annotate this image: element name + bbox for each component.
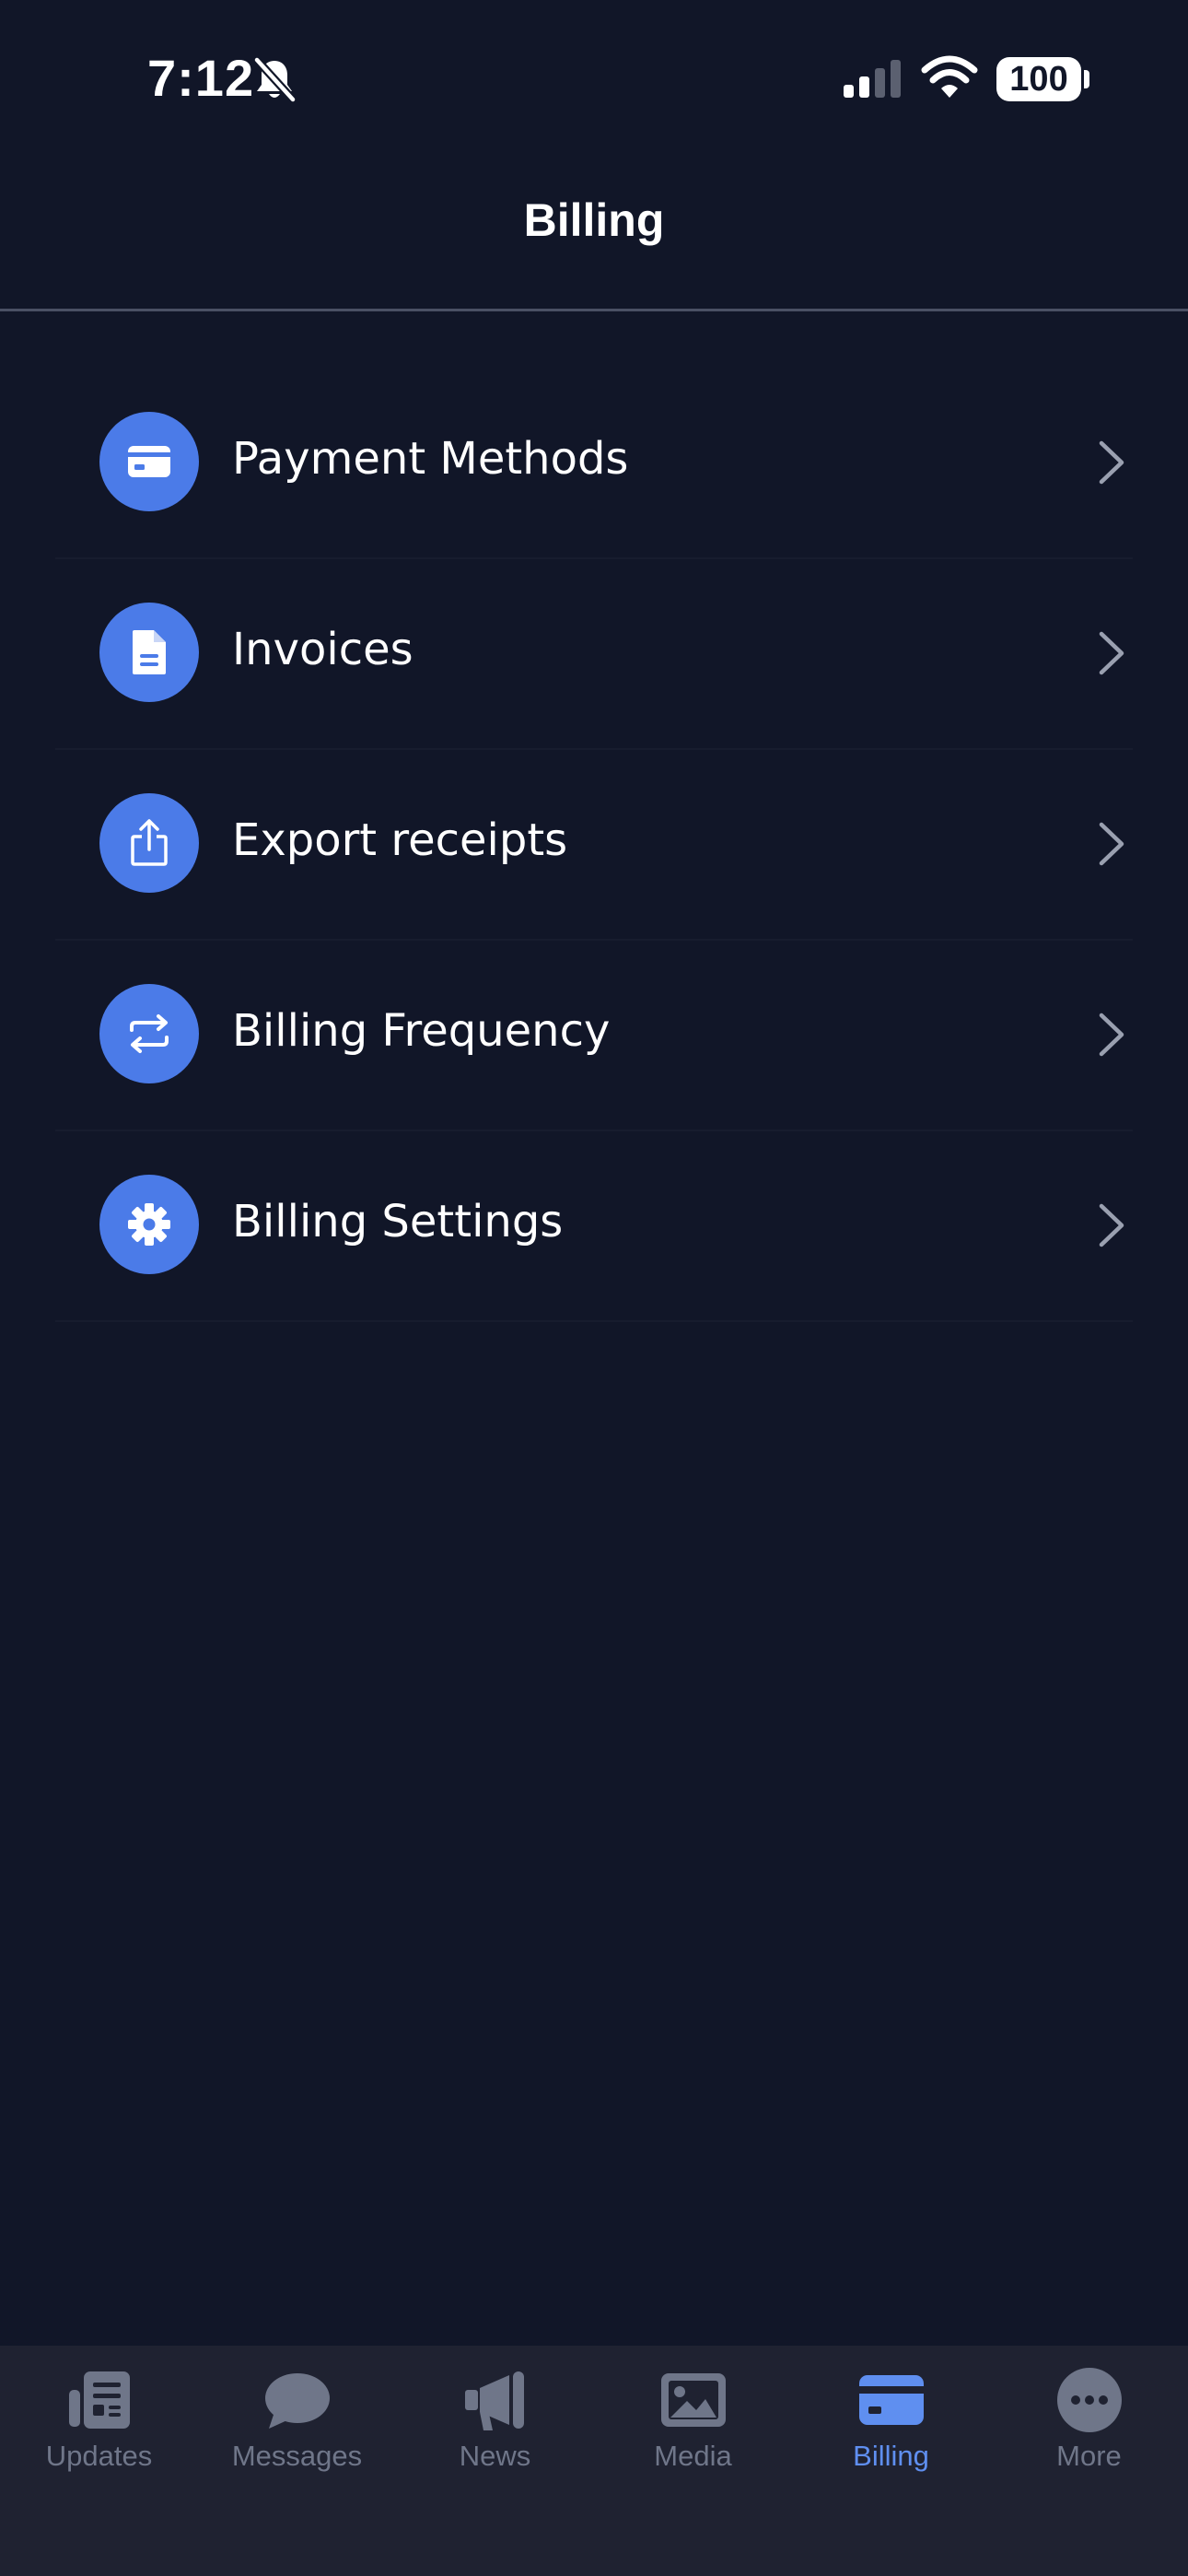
tab-billing[interactable]: Billing: [792, 2346, 990, 2493]
chevron-right-icon: [1099, 1013, 1124, 1057]
tab-label: Billing: [853, 2440, 929, 2472]
tab-news[interactable]: News: [396, 2346, 594, 2493]
gear-icon: [99, 1175, 199, 1274]
bell-slash-icon: [253, 57, 297, 103]
status-bar: 7:12 100: [0, 0, 1188, 157]
chevron-right-icon: [1099, 631, 1124, 675]
status-time: 7:12: [147, 49, 255, 107]
tab-messages[interactable]: Messages: [198, 2346, 396, 2493]
menu-item-billing-frequency[interactable]: Billing Frequency: [0, 941, 1188, 1131]
menu-item-label: Invoices: [232, 624, 413, 675]
credit-card-icon: [859, 2375, 924, 2425]
row-divider: [55, 1320, 1133, 1322]
repeat-icon: [99, 984, 199, 1083]
tab-label: More: [1056, 2440, 1122, 2472]
menu-item-payment-methods[interactable]: Payment Methods: [0, 369, 1188, 559]
megaphone-icon: [465, 2371, 524, 2430]
share-icon: [99, 793, 199, 893]
chat-bubble-icon: [265, 2373, 330, 2429]
chevron-right-icon: [1099, 822, 1124, 866]
image-icon: [661, 2373, 726, 2427]
header-divider: [0, 309, 1188, 311]
menu-item-label: Billing Frequency: [232, 1005, 611, 1057]
tab-label: Messages: [231, 2440, 363, 2472]
menu-item-label: Payment Methods: [232, 433, 629, 485]
tab-label: Media: [654, 2440, 732, 2472]
wifi-icon: [921, 55, 978, 98]
menu-item-label: Billing Settings: [232, 1196, 564, 1247]
document-icon: [99, 603, 199, 702]
menu-item-billing-settings[interactable]: Billing Settings: [0, 1131, 1188, 1322]
tab-bar: Updates Messages News Media Billing More: [0, 2346, 1188, 2576]
battery-tip: [1084, 70, 1089, 88]
cellular-signal-icon: [844, 60, 901, 98]
tab-label: News: [459, 2440, 531, 2472]
tab-label: Updates: [45, 2440, 153, 2472]
chevron-right-icon: [1099, 1203, 1124, 1247]
tab-more[interactable]: More: [990, 2346, 1188, 2493]
menu-item-label: Export receipts: [232, 814, 568, 866]
battery-indicator: 100: [996, 57, 1081, 101]
menu-item-export-receipts[interactable]: Export receipts: [0, 750, 1188, 941]
page-title: Billing: [523, 194, 665, 246]
more-dots-icon: [1057, 2368, 1122, 2432]
billing-menu-list: Payment Methods Invoices Export receipts…: [0, 369, 1188, 1322]
newspaper-icon: [69, 2371, 130, 2429]
chevron-right-icon: [1099, 440, 1124, 485]
credit-card-icon: [99, 412, 199, 511]
menu-item-invoices[interactable]: Invoices: [0, 559, 1188, 750]
tab-updates[interactable]: Updates: [0, 2346, 198, 2493]
billing-screen: 7:12 100 Billing Payment Methods Invoice…: [0, 0, 1188, 2576]
tab-media[interactable]: Media: [594, 2346, 792, 2493]
